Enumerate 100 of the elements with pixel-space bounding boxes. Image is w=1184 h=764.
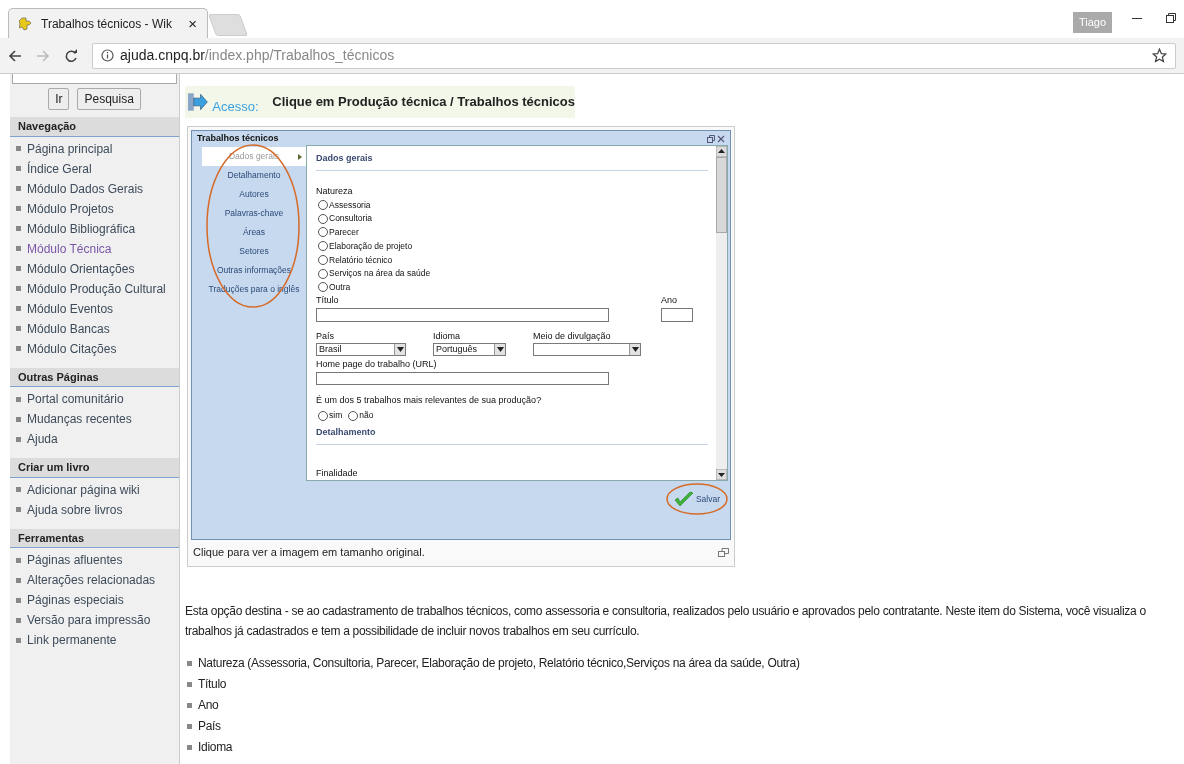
radio-button[interactable] xyxy=(318,213,328,224)
bullet-icon xyxy=(16,326,21,331)
search-button[interactable]: Pesquisa xyxy=(77,88,141,110)
scroll-down-icon[interactable] xyxy=(716,469,727,480)
description-paragraph: Esta opção destina - se ao cadastramento de trabalhos técnicos, como assessoria e consultoria, realizados pelo usuário e aprovados pelo contratante. Neste item do Sistema, você visualiza o trabalhos já cadastrados e tem a possibilidade de incluir novos trabalhos em seu currículo. xyxy=(185,602,1147,640)
section-heading: Criar um livro xyxy=(10,458,179,478)
sidebar-link[interactable]: Versão para impressão xyxy=(27,611,151,629)
dropdown[interactable]: Brasil xyxy=(316,343,406,357)
bullet-icon xyxy=(16,507,21,512)
bullet-icon xyxy=(187,702,192,708)
address-bar[interactable]: ajuda.cnpq.br/index.php/Trabalhos_técnicos xyxy=(92,42,1176,69)
field-label: Título xyxy=(316,294,340,308)
bullet-icon xyxy=(16,186,21,191)
browser-tab[interactable]: Trabalhos técnicos - Wik × xyxy=(8,8,208,38)
section-heading: Navegação xyxy=(10,117,179,137)
url-text: ajuda.cnpq.br/index.php/Trabalhos_técnicos xyxy=(120,46,396,65)
sidebar-link[interactable]: Ajuda sobre livros xyxy=(27,500,123,519)
radio-label: sim xyxy=(329,409,343,422)
sidebar-link[interactable]: Alterações relacionadas xyxy=(27,571,156,589)
radio-button[interactable] xyxy=(318,199,328,210)
sidebar-link[interactable]: Mudanças recentes xyxy=(27,410,132,428)
radio-button[interactable] xyxy=(318,268,328,279)
bullet-icon xyxy=(16,577,21,583)
bullet-icon xyxy=(16,416,21,422)
radio-button[interactable] xyxy=(318,227,328,238)
sidebar-link[interactable]: Módulo Dados Gerais xyxy=(27,179,144,198)
list-item: Natureza (Assessoria, Consultoria, Parecer, Elaboração de projeto, Relatório técnico,Serviços na área da saúde, Outra) xyxy=(198,655,800,672)
radio-label: Assessoria xyxy=(329,198,371,212)
bullet-icon xyxy=(16,286,21,291)
form-tab[interactable]: Setores xyxy=(202,242,306,261)
sidebar-link[interactable]: Módulo Citações xyxy=(27,339,117,358)
sidebar-link[interactable]: Ajuda xyxy=(27,430,58,448)
enlarge-icon[interactable] xyxy=(718,547,729,557)
field-label: Finalidade xyxy=(316,466,359,480)
field-label: Home page do trabalho (URL) xyxy=(316,358,438,372)
window-title: Trabalhos técnicos xyxy=(197,132,280,146)
scrollbar[interactable] xyxy=(716,146,727,480)
search-button[interactable]: Ir xyxy=(48,88,70,110)
radio-button[interactable] xyxy=(318,241,328,252)
dropdown[interactable]: Português xyxy=(433,343,506,357)
form-tab[interactable]: Palavras-chave xyxy=(202,204,306,223)
bullet-icon xyxy=(16,166,21,171)
radio-button[interactable] xyxy=(318,254,328,265)
sidebar-link[interactable]: Adicionar página wiki xyxy=(27,480,140,499)
close-icon[interactable]: × xyxy=(188,16,197,31)
sidebar-link[interactable]: Link permanente xyxy=(27,631,117,649)
section-heading: Outras Páginas xyxy=(10,367,179,387)
sidebar-link[interactable]: Módulo Orientações xyxy=(27,259,135,278)
field-label: Idioma xyxy=(433,329,461,343)
field-label: Natureza xyxy=(316,184,354,198)
bullet-icon xyxy=(16,266,21,271)
radio-label: Outra xyxy=(329,281,351,294)
radio-button[interactable] xyxy=(318,410,328,421)
bullet-icon xyxy=(16,557,21,563)
sidebar-link[interactable]: Páginas afluentes xyxy=(27,551,123,569)
form-tab[interactable]: Detalhamento xyxy=(202,166,306,185)
list-item: Título xyxy=(198,676,227,693)
search-field[interactable] xyxy=(12,74,177,84)
dropdown[interactable] xyxy=(533,343,641,357)
bullet-icon xyxy=(16,487,21,492)
section-heading: Ferramentas xyxy=(10,528,179,548)
form-tab[interactable]: Áreas xyxy=(202,223,306,242)
sidebar-link[interactable]: Módulo Técnica xyxy=(27,239,112,258)
radio-button[interactable] xyxy=(348,410,359,421)
radio-label: Consultoria xyxy=(329,212,372,225)
tab-title: Trabalhos técnicos - Wik xyxy=(41,15,173,33)
arrow-icon xyxy=(187,92,209,112)
bullet-icon xyxy=(187,744,192,750)
star-icon[interactable] xyxy=(1152,48,1167,63)
radio-label: Serviços na área da saúde xyxy=(329,267,431,280)
access-text: Clique em Produção técnica / Trabalhos técnicos xyxy=(272,93,575,112)
restore-icon[interactable] xyxy=(1166,13,1176,23)
bullet-icon xyxy=(187,660,192,666)
info-icon[interactable] xyxy=(101,49,114,62)
sidebar-link[interactable]: Páginas especiais xyxy=(27,591,124,609)
scroll-up-icon[interactable] xyxy=(716,146,727,157)
sidebar-link[interactable]: Módulo Projetos xyxy=(27,199,114,218)
sidebar-link[interactable]: Módulo Bibliográfica xyxy=(27,219,136,238)
sidebar-link[interactable]: Módulo Eventos xyxy=(27,299,114,318)
input-field[interactable] xyxy=(316,307,609,322)
radio-label: Relatório técnico xyxy=(329,253,393,267)
sidebar-link[interactable]: Módulo Bancas xyxy=(27,319,110,338)
section-title: Dados gerais xyxy=(316,152,708,171)
highlight-ellipse xyxy=(665,483,728,515)
back-icon[interactable] xyxy=(8,48,22,63)
radio-button[interactable] xyxy=(318,282,328,293)
reload-icon[interactable] xyxy=(64,48,78,63)
close-icon[interactable] xyxy=(717,135,725,143)
form-tab[interactable]: Outras informações xyxy=(202,261,306,280)
minimize-icon[interactable] xyxy=(1132,18,1142,20)
sidebar-link[interactable]: Índice Geral xyxy=(27,159,92,178)
sidebar-link[interactable]: Módulo Produção Cultural xyxy=(27,279,166,298)
scroll-thumb[interactable] xyxy=(716,157,727,233)
form-tab[interactable]: Autores xyxy=(202,185,306,204)
sidebar-link[interactable]: Página principal xyxy=(27,139,113,158)
list-item: Idioma xyxy=(198,739,233,756)
input-field[interactable] xyxy=(316,371,609,385)
bullet-icon xyxy=(16,597,21,603)
sidebar-link[interactable]: Portal comunitário xyxy=(27,390,124,408)
input-field[interactable] xyxy=(661,307,693,322)
